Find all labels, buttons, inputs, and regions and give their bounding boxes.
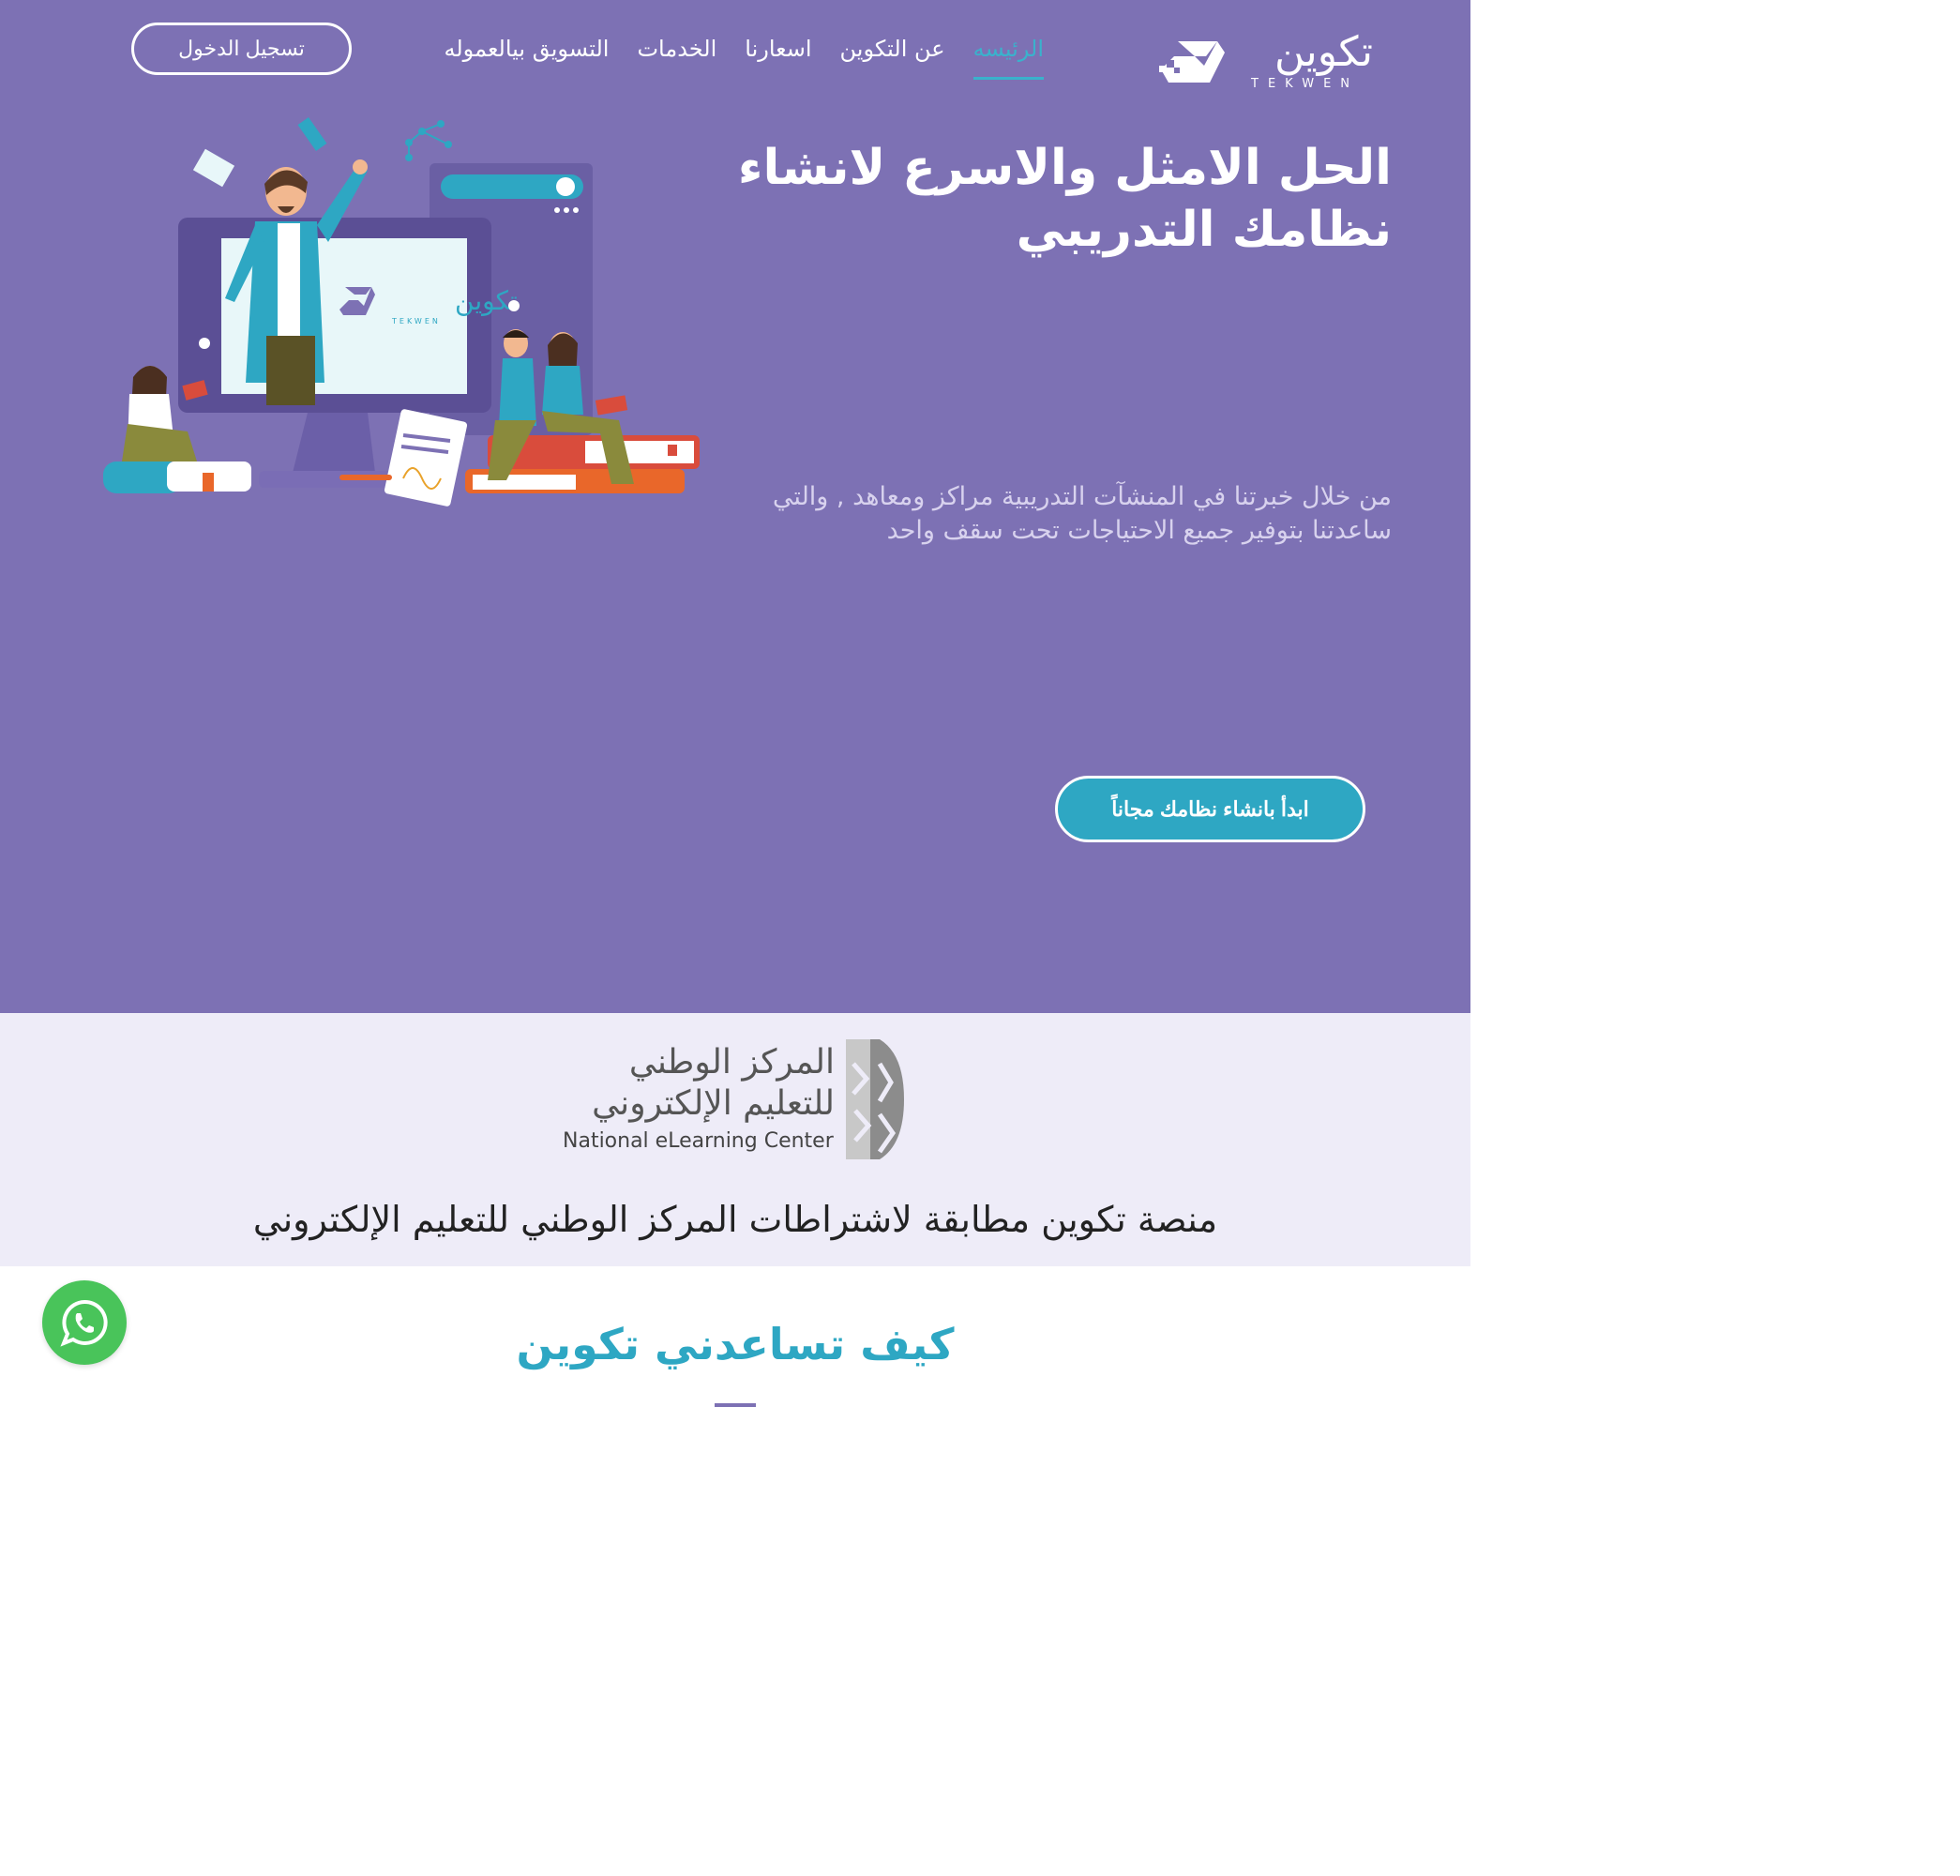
hero-illustration: تكوين TEKWEN	[103, 117, 700, 507]
nav-item-about[interactable]: عن التكوين	[840, 32, 945, 77]
brand-name: تكوين	[1274, 28, 1373, 76]
whatsapp-button[interactable]	[42, 1280, 127, 1365]
nav-item-pricing[interactable]: اسعارنا	[745, 32, 811, 77]
compliance-text: منصة تكوين مطابقة لاشتراطات المركز الوطن…	[252, 1199, 1218, 1240]
nav-item-home[interactable]: الرئيسه	[972, 32, 1044, 80]
hero-title-line1: الحل الامثل والاسرع لانشاء	[737, 140, 1392, 196]
hero-description: من خلال خبرتنا في المنشآت التدريبية مراك…	[716, 480, 1392, 548]
nav-item-services[interactable]: الخدمات	[637, 32, 716, 77]
login-button[interactable]: تسجيل الدخول	[131, 23, 352, 75]
brand-subtitle: TEKWEN	[1251, 77, 1360, 91]
main-nav: الرئيسه عن التكوين اسعارنا الخدمات التسو…	[445, 32, 1044, 80]
hero-title-line2: نظامك التدريبي	[1016, 202, 1392, 258]
brand-logo[interactable]: تكوين TEKWEN	[1157, 28, 1373, 94]
nelc-name-en: National eLearning Center	[563, 1129, 834, 1153]
hero-desc-line1: من خلال خبرتنا في المنشآت التدريبية مراك…	[772, 482, 1392, 511]
hero-section: تكوين TEKWEN الرئيسه عن التكوين اسعارنا …	[0, 0, 1470, 1013]
hero-title: الحل الامثل والاسرع لانشاء نظامك التدريب…	[716, 137, 1392, 261]
nav-item-affiliate[interactable]: التسويق بيالعموله	[445, 32, 610, 77]
start-free-button[interactable]: ابدأ بانشاء نظامك مجاناً	[1055, 776, 1365, 842]
nelc-name-ar-line1: المركز الوطني	[628, 1043, 835, 1082]
screen-logo-text: تكوين	[455, 285, 518, 316]
nelc-name-ar-line2: للتعليم الإلكتروني	[592, 1084, 835, 1123]
section-tab-indicator	[715, 1403, 756, 1407]
hero-desc-line2: ساعدتنا بتوفير جميع الاحتياجات تحت سقف و…	[886, 516, 1392, 545]
nelc-logo-mark-icon	[846, 1039, 904, 1159]
tekwen-logo-mark-icon	[1159, 41, 1225, 83]
how-it-helps-title: كيف تساعدني تكوين	[516, 1319, 955, 1369]
screen-logo-sub: TEKWEN	[391, 317, 441, 325]
whatsapp-icon	[60, 1299, 108, 1347]
